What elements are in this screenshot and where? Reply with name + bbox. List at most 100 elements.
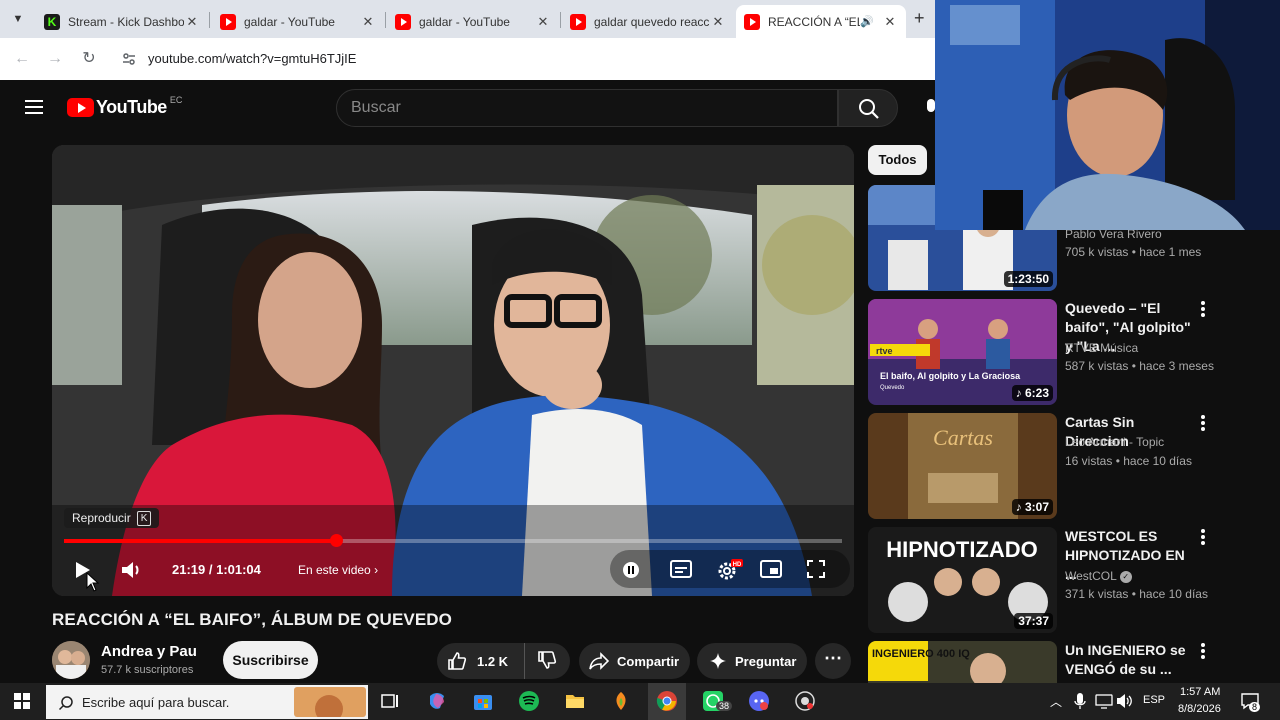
- share-button[interactable]: Compartir: [579, 643, 690, 679]
- chapters-button[interactable]: En este video ›: [298, 563, 378, 577]
- tab-search-chevron-icon[interactable]: ▼: [8, 9, 28, 29]
- microsoft-store-icon[interactable]: [472, 690, 494, 712]
- svg-text:HIPNOTIZADO: HIPNOTIZADO: [886, 537, 1038, 562]
- close-tab-icon[interactable]: ✕: [882, 14, 898, 30]
- browser-tab[interactable]: galdar - YouTube ✕: [212, 5, 384, 38]
- search-button[interactable]: [838, 89, 898, 127]
- channel-avatar[interactable]: [52, 641, 90, 679]
- video-thumbnail: Cartas ♪ 3:07: [868, 413, 1057, 519]
- miniplayer-icon[interactable]: [760, 560, 782, 578]
- chrome-icon[interactable]: [656, 690, 678, 712]
- youtube-icon: [570, 13, 586, 30]
- verified-check-icon: ✓: [1119, 570, 1132, 583]
- youtube-header: YouTube EC: [0, 80, 935, 136]
- forward-arrow-icon[interactable]: →: [45, 49, 65, 69]
- autoplay-toggle-icon[interactable]: [622, 561, 640, 579]
- webcam-overlay: [935, 0, 1280, 230]
- network-icon[interactable]: [1095, 693, 1113, 709]
- browser-tab[interactable]: galdar quevedo reacción ✕: [562, 5, 734, 38]
- more-actions-icon[interactable]: ⋯: [815, 643, 851, 679]
- webcam-image: [935, 0, 1280, 230]
- speaker-audio-icon[interactable]: 🔊: [860, 15, 874, 28]
- speaker-volume-icon[interactable]: [1116, 693, 1134, 709]
- whatsapp-badge: 38: [716, 701, 733, 711]
- recommended-video[interactable]: INGENIERO 400 IQ Un INGENIERO se VENGÓ d…: [868, 641, 1223, 683]
- svg-text:INGENIERO 400 IQ: INGENIERO 400 IQ: [872, 648, 970, 660]
- fl-studio-icon[interactable]: [610, 690, 632, 712]
- dislike-button[interactable]: [525, 650, 569, 673]
- like-button[interactable]: 1.2 K: [437, 643, 525, 679]
- more-options-icon[interactable]: [1198, 529, 1208, 547]
- close-tab-icon[interactable]: ✕: [535, 14, 551, 30]
- filter-chip-all[interactable]: Todos: [868, 145, 927, 175]
- progress-played: [64, 539, 336, 543]
- voice-search-button[interactable]: [912, 89, 935, 127]
- tab-divider: [385, 12, 386, 28]
- ask-button[interactable]: Preguntar: [697, 643, 807, 679]
- youtube-logo[interactable]: YouTube EC: [67, 95, 182, 118]
- copilot-icon[interactable]: [426, 690, 448, 712]
- menu-hamburger-icon[interactable]: [25, 100, 43, 114]
- settings-gear-icon[interactable]: HD: [716, 558, 744, 582]
- video-player[interactable]: [52, 145, 854, 596]
- channel-name[interactable]: Andrea y Pau: [101, 643, 197, 660]
- time-display: 21:19 / 1:01:04: [172, 562, 261, 577]
- progress-bar[interactable]: [64, 534, 842, 547]
- search-box: [336, 89, 838, 127]
- subscribe-button[interactable]: Suscribirse: [223, 641, 318, 679]
- kick-icon: K: [44, 13, 60, 30]
- browser-tab-active[interactable]: REACCIÓN A “EL BAIFO” 🔊 ✕: [736, 5, 906, 38]
- more-options-icon[interactable]: [1198, 301, 1208, 319]
- tab-divider: [560, 12, 561, 28]
- recommended-video[interactable]: rtve El baifo, Al golpito y La Graciosa …: [868, 299, 1223, 405]
- close-tab-icon[interactable]: ✕: [360, 14, 376, 30]
- progress-scrubber-handle[interactable]: [329, 534, 343, 547]
- svg-text:Quevedo: Quevedo: [880, 385, 905, 391]
- browser-tab[interactable]: galdar - YouTube ✕: [387, 5, 559, 38]
- volume-icon[interactable]: [120, 559, 144, 581]
- file-explorer-icon[interactable]: [564, 690, 586, 712]
- search-highlight-image: [294, 687, 366, 717]
- fullscreen-icon[interactable]: [806, 559, 826, 579]
- browser-tab[interactable]: K Stream - Kick Dashboard ✕: [36, 5, 208, 38]
- task-view-icon[interactable]: [379, 690, 401, 712]
- recommended-video[interactable]: HIPNOTIZADO 37:37 WESTCOL ES HIPNOTIZADO…: [868, 527, 1223, 633]
- svg-text:HD: HD: [733, 562, 742, 568]
- subscriber-count: 57.7 k suscriptores: [101, 664, 194, 676]
- mouse-cursor-icon: [86, 572, 100, 592]
- url-field[interactable]: youtube.com/watch?v=gmtuH6TJjIE: [148, 51, 356, 66]
- back-arrow-icon[interactable]: ←: [12, 49, 32, 69]
- like-dislike-group: 1.2 K: [437, 643, 570, 679]
- tray-expand-chevron-icon[interactable]: ︿: [1050, 693, 1062, 710]
- reload-icon[interactable]: ↻: [79, 49, 99, 69]
- windows-start-icon[interactable]: [14, 693, 30, 709]
- svg-text:El baifo, Al golpito y La Grac: El baifo, Al golpito y La Graciosa: [880, 371, 1021, 381]
- youtube-play-logo-icon: [67, 98, 94, 117]
- clock-time[interactable]: 1:57 AM: [1180, 686, 1220, 698]
- site-settings-icon[interactable]: [121, 51, 137, 67]
- thumbs-down-icon: [538, 650, 557, 669]
- avatar-image: [52, 641, 90, 679]
- close-tab-icon[interactable]: ✕: [184, 14, 200, 30]
- clock-date[interactable]: 8/8/2026: [1178, 703, 1221, 715]
- recommended-video[interactable]: Cartas ♪ 3:07 Cartas Sin Direccion Leo A…: [868, 413, 1223, 519]
- subtitles-icon[interactable]: [670, 560, 692, 578]
- youtube-icon: [744, 13, 760, 30]
- new-tab-plus-icon[interactable]: +: [914, 8, 925, 29]
- more-options-icon[interactable]: [1198, 415, 1208, 433]
- search-icon: [859, 99, 879, 119]
- language-indicator[interactable]: ESP: [1143, 694, 1165, 706]
- browser-address-bar: ← → ↻ youtube.com/watch?v=gmtuH6TJjIE: [0, 38, 935, 80]
- search-input[interactable]: [351, 99, 821, 117]
- discord-icon[interactable]: [748, 690, 770, 712]
- search-icon: [58, 696, 73, 711]
- spotify-icon[interactable]: [518, 690, 540, 712]
- more-options-icon[interactable]: [1198, 643, 1208, 661]
- obs-record-icon[interactable]: [794, 690, 816, 712]
- microphone-tray-icon[interactable]: [1072, 692, 1088, 710]
- video-thumbnail: HIPNOTIZADO 37:37: [868, 527, 1057, 633]
- taskbar-search[interactable]: Escribe aquí para buscar.: [46, 685, 368, 719]
- close-tab-icon[interactable]: ✕: [710, 14, 726, 30]
- chevron-right-icon: ›: [374, 563, 379, 577]
- windows-taskbar: Escribe aquí para buscar. 38 ︿ ESP 1:57 …: [0, 683, 1280, 720]
